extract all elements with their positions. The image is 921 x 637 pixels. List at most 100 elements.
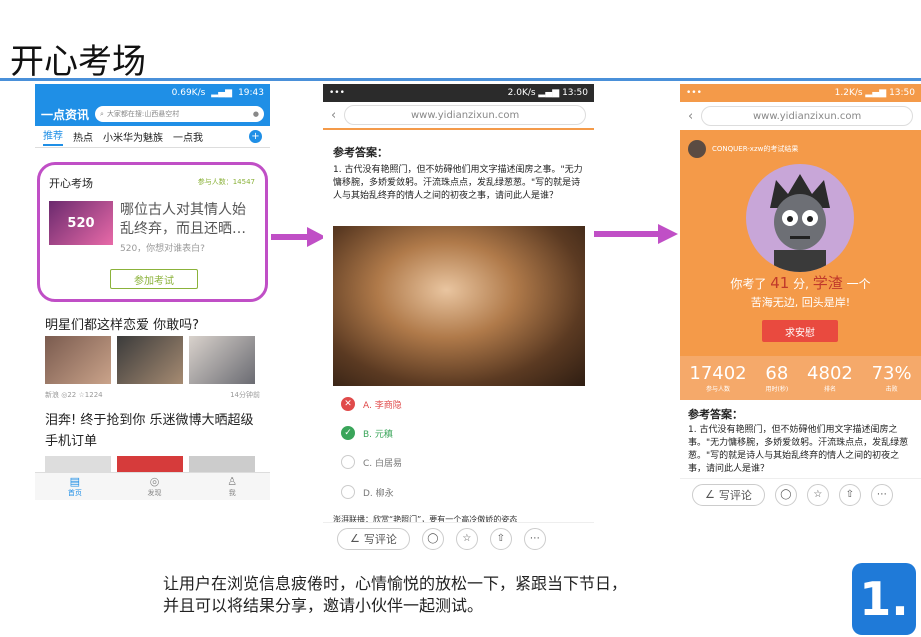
radio-icon — [341, 485, 355, 499]
news-title[interactable]: 泪奔! 终于抢到你 乐迷微博大晒超级手机订单 — [45, 410, 260, 452]
star-icon[interactable]: ☆ — [455, 527, 478, 550]
nav-discover[interactable]: ◎ 发现 — [148, 473, 162, 500]
channel-tabs: 推荐 热点 小米华为魅族 一点我 + — [35, 126, 270, 148]
status-bar: ••• 1.2K/s ▂▄▆ 13:50 — [680, 84, 921, 102]
option-label: C. 白居易 — [363, 458, 403, 469]
like-count: 1224 — [84, 391, 103, 399]
app-header: 一点资讯 ⌕ 大家都在搜:山西悬空村 ● — [35, 102, 270, 126]
score-value: 41 — [770, 274, 790, 292]
star-icon[interactable]: ☆ — [806, 483, 829, 506]
write-comment-button[interactable]: ∠ 写评论 — [692, 483, 765, 506]
clock: 13:50 — [889, 88, 915, 98]
signal-icon: ▂▄▆ — [211, 88, 233, 98]
option-d[interactable]: D. 柳永 — [341, 485, 394, 499]
browser-bar: ‹ www.yidianzixun.com — [680, 102, 921, 130]
nav-me[interactable]: ♙ 我 — [227, 473, 237, 500]
quiz-thumbnail: 520 — [49, 201, 113, 245]
result-stats: 17402 参与人数 68 用时(秒) 4802 排名 73% 击败 — [680, 356, 921, 400]
app-logo: 一点资讯 — [41, 107, 90, 122]
status-bar: ••• 2.0K/s ▂▄▆ 13:50 — [323, 84, 594, 102]
write-comment-button[interactable]: ∠ 写评论 — [337, 527, 410, 550]
pencil-icon: ∠ — [350, 532, 360, 545]
arrow-right-icon — [271, 227, 326, 247]
stat-label: 排名 — [823, 386, 836, 393]
join-quiz-button[interactable]: 参加考试 — [110, 269, 198, 289]
url-field[interactable]: www.yidianzixun.com — [344, 105, 586, 125]
news-image — [45, 456, 111, 472]
action-bar: ∠ 写评论 ◯ ☆ ⇧ ⋯ — [323, 522, 594, 554]
more-icon[interactable]: ⋯ — [523, 527, 546, 550]
search-input[interactable]: ⌕ 大家都在搜:山西悬空村 ● — [95, 106, 264, 122]
result-suffix: 一个 — [846, 277, 871, 291]
news-image — [117, 456, 183, 472]
news-source: 新浪 — [45, 391, 59, 399]
answer-heading: 参考答案： — [688, 408, 743, 421]
nav-home[interactable]: ▤ 首页 — [68, 473, 82, 500]
news-thumbnails — [45, 336, 255, 384]
tab-recommend[interactable]: 推荐 — [43, 127, 63, 146]
stat-label: 击败 — [885, 386, 898, 393]
status-dots: ••• — [686, 88, 702, 98]
stat-participants: 17402 参与人数 — [689, 356, 746, 400]
radio-icon — [341, 455, 355, 469]
compass-icon: ◎ — [149, 475, 160, 488]
add-channel-icon[interactable]: + — [249, 130, 262, 143]
clock: 19:43 — [238, 88, 264, 98]
wrong-icon: ✕ — [341, 397, 355, 411]
tab-hot[interactable]: 热点 — [73, 129, 93, 144]
nav-label: 我 — [228, 489, 236, 497]
quiz-card[interactable]: 开心考场 参与人数：14547 520 哪位古人对其情人始乱终弃，而且还晒… 5… — [37, 162, 268, 302]
comment-count: 22 — [67, 391, 77, 399]
check-icon: ✓ — [341, 426, 355, 440]
news-image — [189, 456, 255, 472]
microphone-icon[interactable]: ● — [253, 110, 259, 118]
tab-mine[interactable]: 一点我 — [173, 129, 203, 144]
share-icon[interactable]: ⇧ — [838, 483, 861, 506]
back-icon[interactable]: ‹ — [331, 108, 336, 123]
quiz-subtitle: 520，你想对谁表白? — [120, 244, 205, 254]
news-meta: 新浪 ◎22 ☆1224 14分钟前 — [45, 391, 260, 399]
caption-line: 并且可以将结果分享，邀请小伙伴一起测试。 — [163, 596, 484, 615]
comfort-button[interactable]: 求安慰 — [762, 320, 838, 342]
stat-rank: 4802 排名 — [807, 356, 853, 400]
stat-value: 73% — [871, 363, 912, 384]
news-image — [189, 336, 255, 384]
option-a[interactable]: ✕ A. 李商隐 — [341, 397, 402, 411]
more-icon[interactable]: ⋯ — [870, 483, 893, 506]
answer-heading: 参考答案： — [333, 146, 388, 159]
option-label: B. 元稹 — [363, 429, 393, 440]
avatar — [688, 140, 706, 158]
option-c[interactable]: C. 白居易 — [341, 455, 402, 469]
tab-phones[interactable]: 小米华为魅族 — [103, 129, 163, 144]
result-prefix: 你考了 — [730, 277, 767, 291]
result-avatar — [746, 164, 854, 272]
search-icon: ⌕ — [100, 109, 104, 118]
option-b[interactable]: ✓ B. 元稹 — [341, 426, 393, 440]
stat-value: 4802 — [807, 363, 853, 384]
result-panel: CONQUER-xzw的考试结果 你考了 41 分, 学渣 一个 苦海无边, 回… — [680, 130, 921, 356]
url-field[interactable]: www.yidianzixun.com — [701, 106, 913, 126]
status-bar: 0.69K/s ▂▄▆ 19:43 — [35, 84, 270, 102]
result-unit: 分, — [793, 277, 809, 291]
slide-title: 开心考场 — [10, 42, 146, 82]
home-icon: ▤ — [69, 475, 81, 488]
stat-time: 68 用时(秒) — [765, 356, 788, 400]
share-icon[interactable]: ⇧ — [489, 527, 512, 550]
back-icon[interactable]: ‹ — [688, 109, 693, 124]
option-label: D. 柳永 — [363, 488, 394, 499]
news-title[interactable]: 明星们都这样恋爱 你敢吗? — [45, 314, 199, 333]
result-line-2: 苦海无边, 回头是岸! — [750, 296, 851, 309]
caption-line: 让用户在浏览信息疲倦时，心情愉悦的放松一下，紧跟当下节日， — [163, 574, 628, 593]
question-photo — [333, 226, 585, 386]
network-speed: 0.69K/s — [171, 88, 206, 98]
comment-icon[interactable]: ◯ — [774, 483, 797, 506]
participant-count: 参与人数：14547 — [197, 178, 255, 186]
comment-icon[interactable]: ◯ — [421, 527, 444, 550]
nav-label: 首页 — [67, 489, 82, 497]
result-level: 学渣 — [812, 274, 843, 292]
slide-caption: 让用户在浏览信息疲倦时，心情愉悦的放松一下，紧跟当下节日， 并且可以将结果分享，… — [163, 573, 803, 617]
pencil-icon: ∠ — [705, 488, 715, 501]
news-thumbnails — [45, 456, 255, 472]
phone-screenshot-quiz-answer: ••• 2.0K/s ▂▄▆ 13:50 ‹ www.yidianzixun.c… — [323, 84, 594, 554]
comment-label: 写评论 — [718, 488, 752, 502]
